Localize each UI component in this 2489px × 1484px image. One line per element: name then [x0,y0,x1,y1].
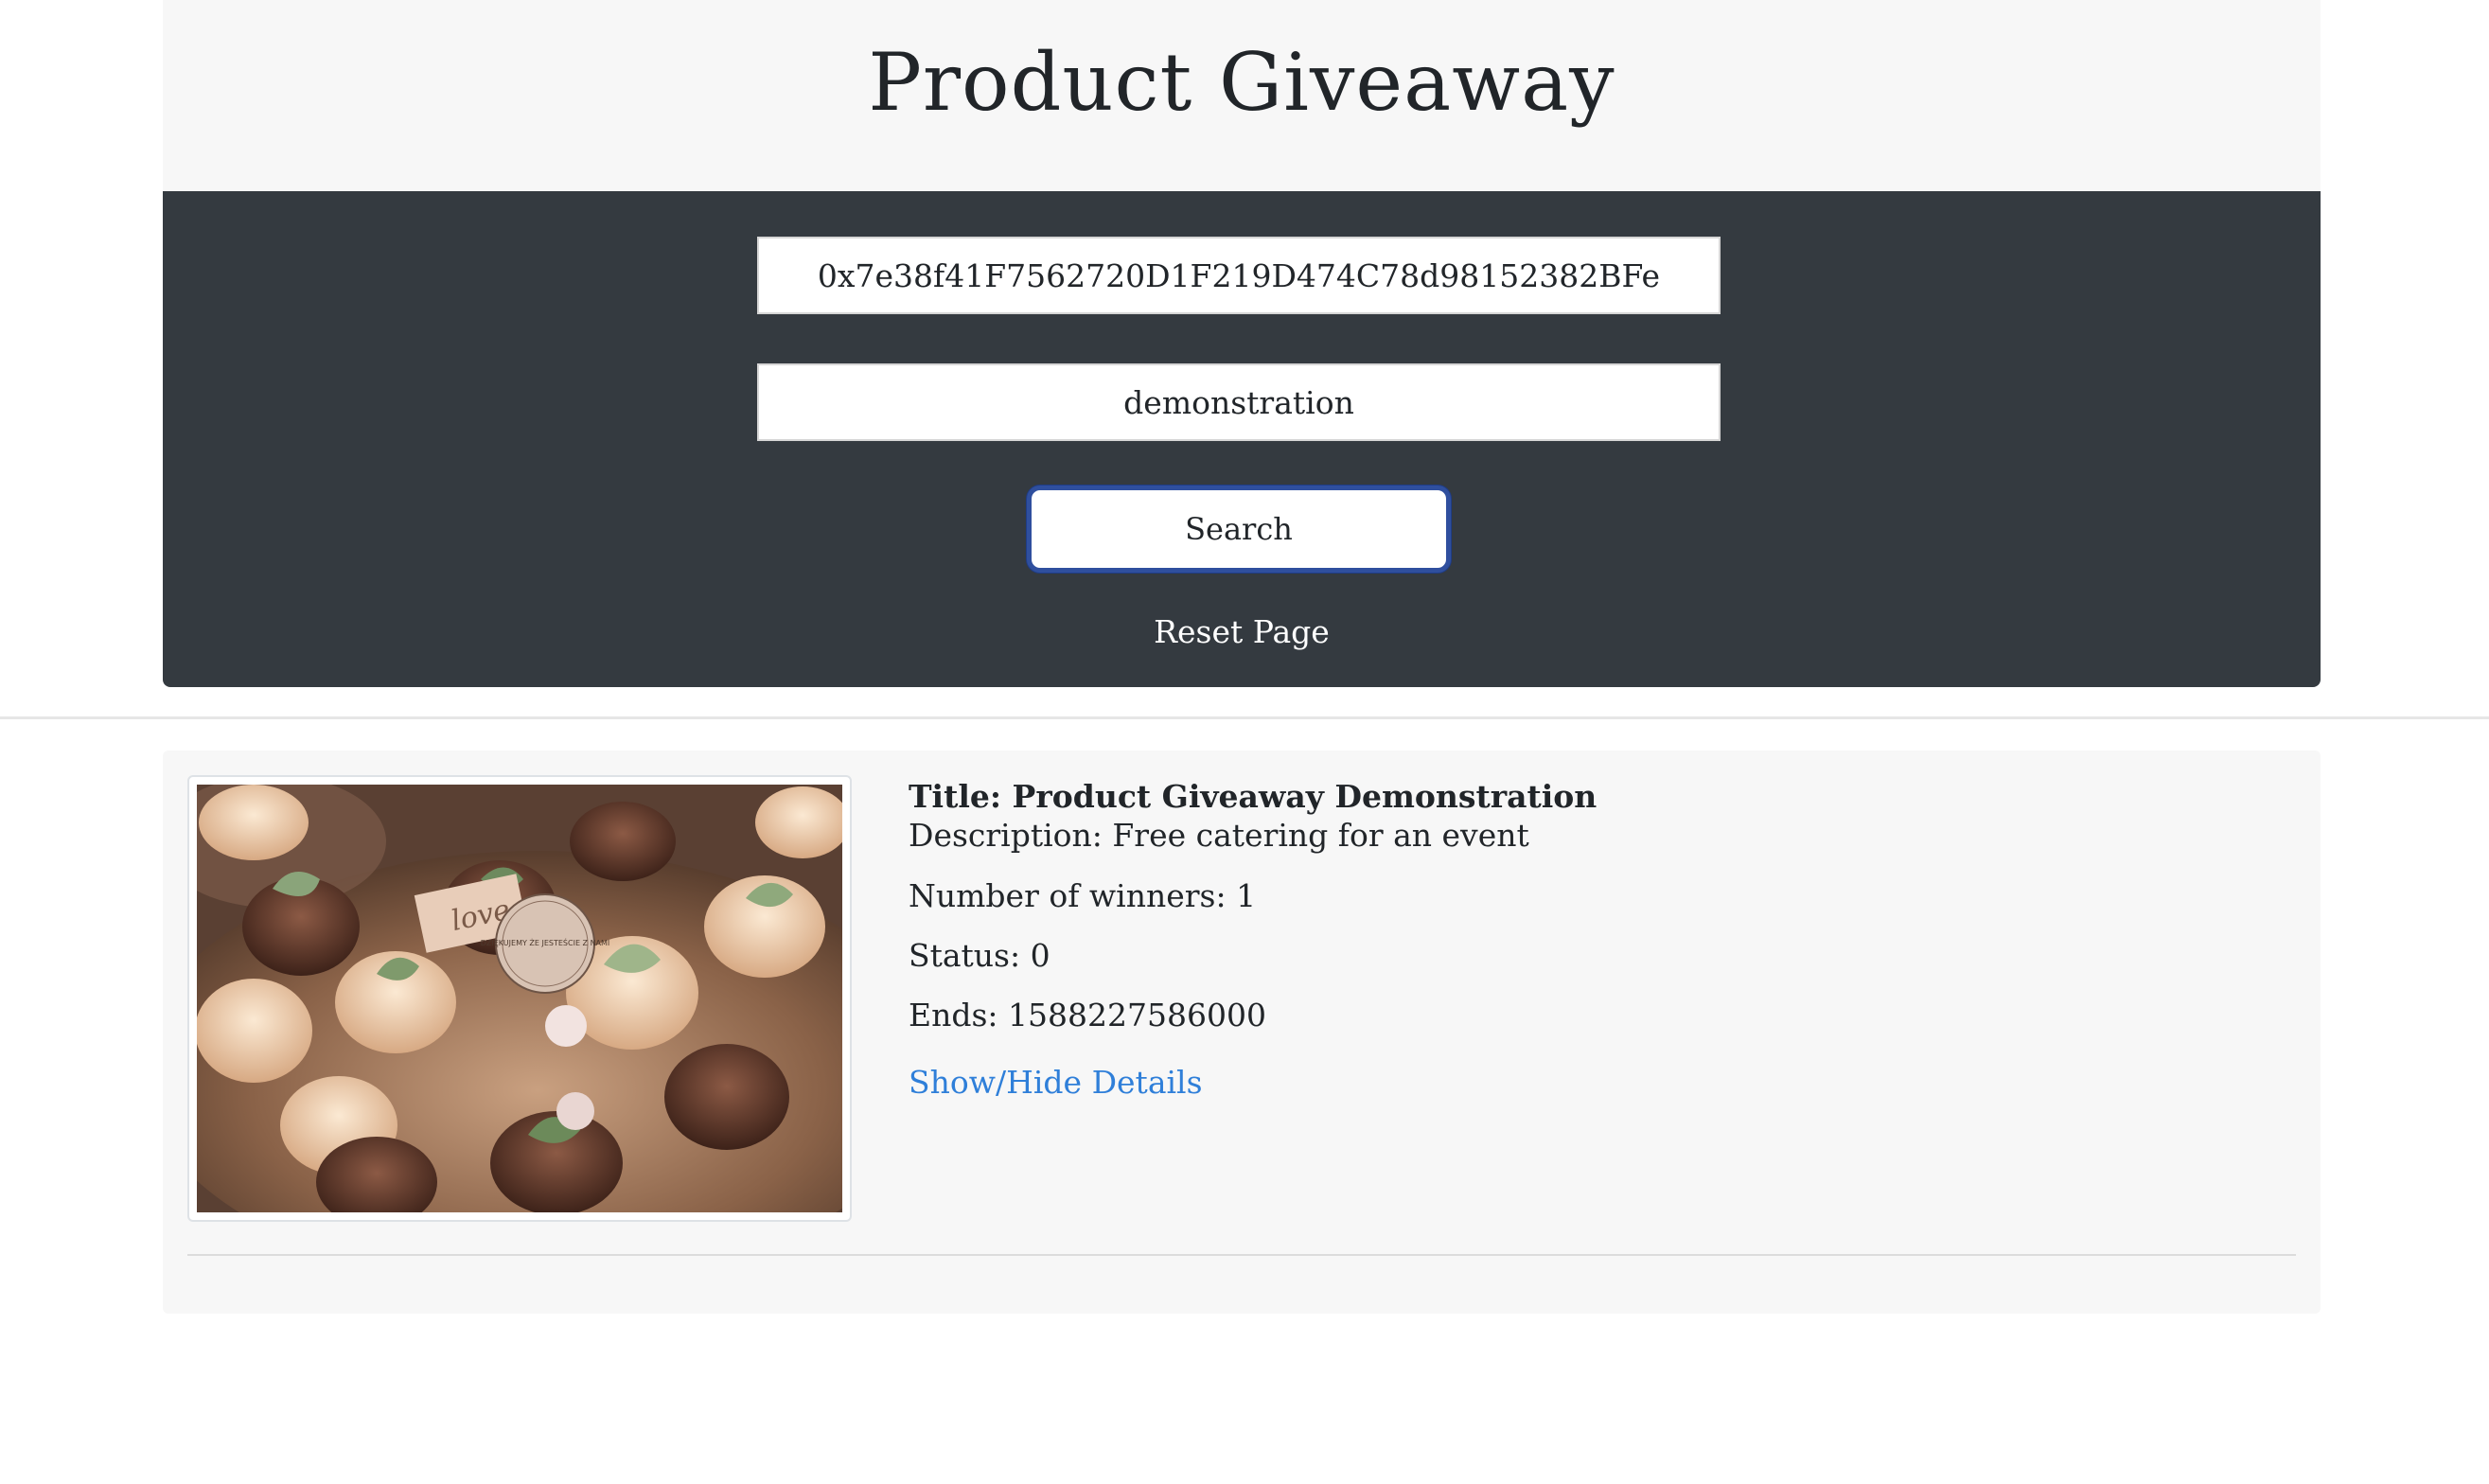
giveaway-description: Description: Free catering for an event [909,817,1529,855]
product-image-frame: love DZIĘKUJEMY ŻE JESTEŚCIE Z NAMI [187,775,852,1222]
page: Product Giveaway Search Reset Page [0,0,2489,1484]
search-panel: Search Reset Page [163,191,2321,687]
search-button[interactable]: Search [1027,486,1451,573]
giveaway-ends: Ends: 1588227586000 [909,997,1266,1034]
query-input[interactable] [757,363,1721,441]
badge-text: DZIĘKUJEMY ŻE JESTEŚCIE Z NAMI [481,937,610,947]
card-divider [187,1254,2296,1256]
giveaway-title: Title: Product Giveaway Demonstration [909,778,1598,815]
reset-page-link[interactable]: Reset Page [163,613,2321,650]
section-divider [0,716,2489,719]
giveaway-status: Status: 0 [909,936,1050,974]
page-title: Product Giveaway [868,36,1615,129]
product-image: love DZIĘKUJEMY ŻE JESTEŚCIE Z NAMI [197,785,842,1212]
show-hide-details-link[interactable]: Show/Hide Details [909,1063,1203,1102]
giveaway-winners: Number of winners: 1 [909,876,1257,914]
address-input[interactable] [757,237,1721,314]
header-panel: Product Giveaway [163,0,2321,191]
giveaway-card: love DZIĘKUJEMY ŻE JESTEŚCIE Z NAMI Titl… [163,751,2321,1314]
giveaway-info: Title: Product Giveaway Demonstration De… [909,777,1597,1103]
